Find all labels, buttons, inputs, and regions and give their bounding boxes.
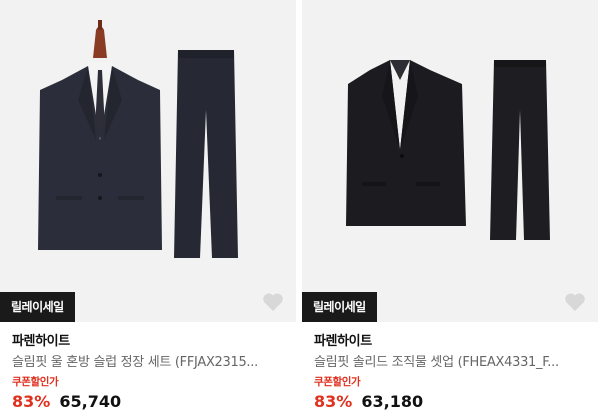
suit-setup-image xyxy=(346,60,550,240)
price-row: 83% 65,740 xyxy=(12,391,284,413)
product-card[interactable]: 릴레이세일 파렌하이트 슬림핏 울 혼방 슬럽 정장 세트 (FFJAX2315… xyxy=(0,0,296,417)
product-title[interactable]: 슬림핏 울 혼방 슬럽 정장 세트 (FFJAX2315... xyxy=(12,354,284,372)
discount-rate: 83% xyxy=(12,392,51,411)
suit-with-mannequin-image xyxy=(38,20,238,258)
coupon-price-label: 쿠폰할인가 xyxy=(314,376,361,388)
relay-sale-badge: 릴레이세일 xyxy=(302,292,377,322)
product-info: 파렌하이트 슬림핏 울 혼방 슬럽 정장 세트 (FFJAX2315... 쿠폰… xyxy=(0,322,296,413)
brand-name[interactable]: 파렌하이트 xyxy=(314,333,586,350)
relay-sale-badge: 릴레이세일 xyxy=(0,292,75,322)
coupon-price-label: 쿠폰할인가 xyxy=(12,376,59,388)
product-image[interactable]: 릴레이세일 xyxy=(0,0,296,322)
product-image[interactable]: 릴레이세일 xyxy=(302,0,598,322)
product-info: 파렌하이트 슬림핏 솔리드 조직물 셋업 (FHEAX4331_F... 쿠폰할… xyxy=(302,322,598,413)
sale-price: 63,180 xyxy=(361,392,424,411)
heart-icon[interactable] xyxy=(564,292,586,312)
discount-rate: 83% xyxy=(314,392,353,411)
sale-price: 65,740 xyxy=(59,392,122,411)
price-row: 83% 63,180 xyxy=(314,391,586,413)
brand-name[interactable]: 파렌하이트 xyxy=(12,333,284,350)
heart-icon[interactable] xyxy=(262,292,284,312)
product-card[interactable]: 릴레이세일 파렌하이트 슬림핏 솔리드 조직물 셋업 (FHEAX4331_F.… xyxy=(302,0,598,417)
product-grid: 릴레이세일 파렌하이트 슬림핏 울 혼방 슬럽 정장 세트 (FFJAX2315… xyxy=(0,0,600,417)
product-title[interactable]: 슬림핏 솔리드 조직물 셋업 (FHEAX4331_F... xyxy=(314,354,586,372)
